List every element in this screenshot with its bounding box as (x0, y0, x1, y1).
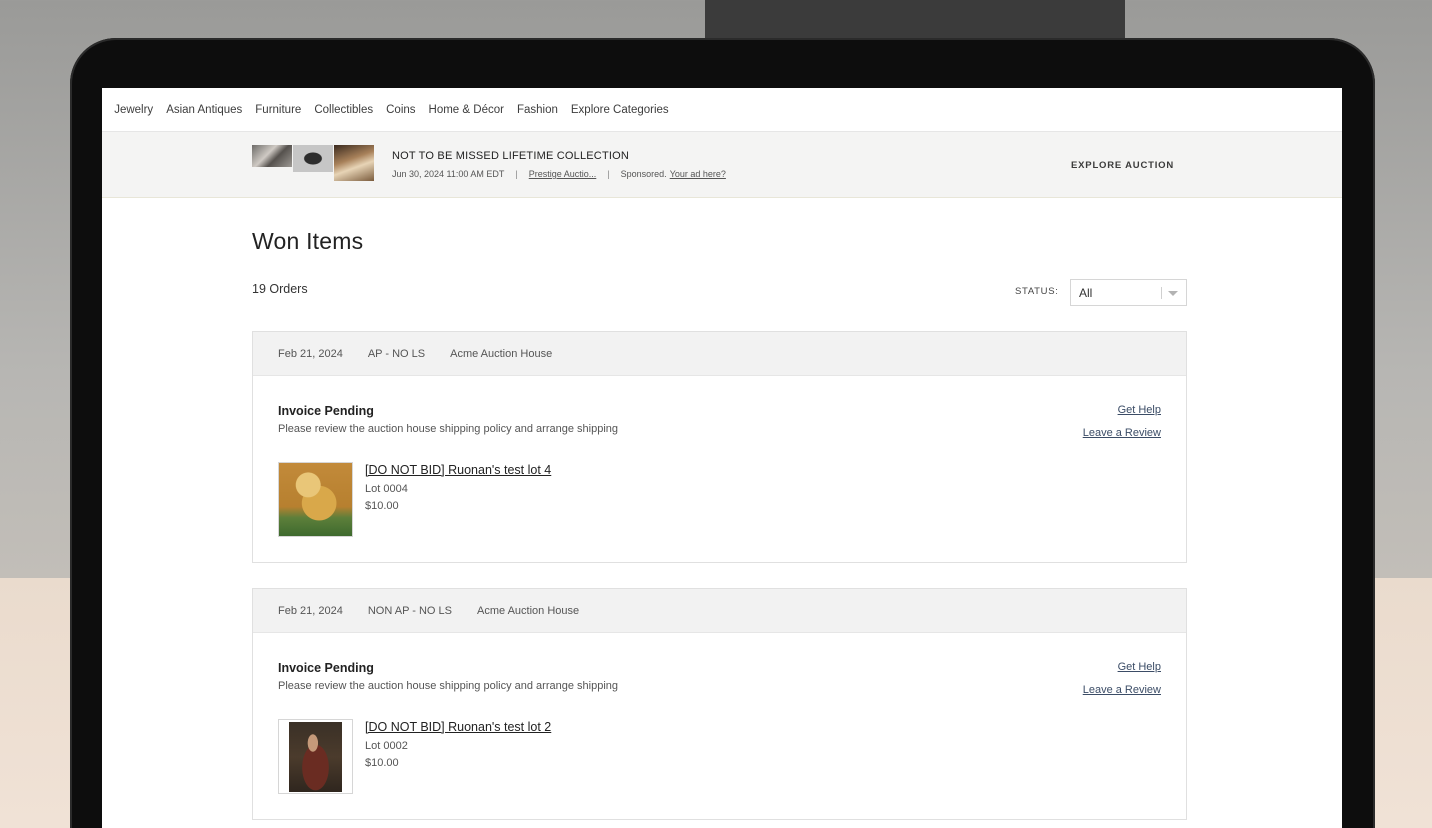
order-type: NON AP - NO LS (367, 604, 452, 617)
select-divider (1161, 287, 1162, 299)
browser-viewport: t Jewelry Asian Antiques Furniture Colle… (102, 88, 1342, 828)
ad-separator: | (515, 169, 518, 179)
order-body: Invoice Pending Please review the auctio… (253, 633, 1186, 819)
sponsored-auction-banner: NOT TO BE MISSED LIFETIME COLLECTION Jun… (102, 132, 1342, 198)
nav-item-coins[interactable]: Coins (386, 104, 415, 116)
status-filter-value: All (1079, 286, 1093, 300)
ad-title[interactable]: NOT TO BE MISSED LIFETIME COLLECTION (392, 150, 629, 162)
ad-auction-house-link[interactable]: Prestige Auctio... (529, 169, 597, 179)
lot-title-link[interactable]: [DO NOT BID] Ruonan's test lot 4 (365, 463, 551, 477)
status-filter-label: STATUS: (1015, 286, 1059, 297)
ad-your-ad-link[interactable]: Your ad here? (670, 169, 726, 179)
order-header: Feb 21, 2024 NON AP - NO LS Acme Auction… (253, 589, 1186, 633)
lot-number: Lot 0002 (365, 740, 408, 752)
invoice-status: Invoice Pending (278, 661, 374, 675)
ad-thumbnail-image[interactable] (334, 145, 374, 181)
nav-item-fashion[interactable]: Fashion (517, 104, 558, 116)
page-title: Won Items (252, 228, 364, 254)
explore-auction-button[interactable]: EXPLORE AUCTION (1071, 160, 1174, 171)
lot-thumbnail[interactable] (278, 719, 353, 794)
ad-meta: Jun 30, 2024 11:00 AM EDT | Prestige Auc… (392, 169, 726, 179)
order-type: AP - NO LS (367, 347, 426, 360)
nav-item-asian-antiques[interactable]: Asian Antiques (166, 104, 242, 116)
nav-item-furniture[interactable]: Furniture (255, 104, 301, 116)
nav-item-collectibles[interactable]: Collectibles (314, 104, 373, 116)
order-auction-house: Acme Auction House (450, 347, 553, 360)
ad-thumbnails[interactable] (252, 145, 374, 181)
order-card: Feb 21, 2024 AP - NO LS Acme Auction Hou… (252, 331, 1187, 563)
order-card: Feb 21, 2024 NON AP - NO LS Acme Auction… (252, 588, 1187, 820)
invoice-message: Please review the auction house shipping… (278, 423, 619, 435)
order-auction-house: Acme Auction House (477, 604, 580, 617)
nav-item-explore-categories[interactable]: Explore Categories (571, 104, 669, 116)
ad-sponsored-label: Sponsored. (620, 169, 667, 179)
lot-title-link[interactable]: [DO NOT BID] Ruonan's test lot 2 (365, 720, 551, 734)
get-help-link[interactable]: Get Help (1118, 661, 1161, 673)
ad-date: Jun 30, 2024 11:00 AM EDT (392, 169, 505, 179)
ad-separator: | (607, 169, 610, 179)
lot-number: Lot 0004 (365, 483, 408, 495)
nav-item-jewelry[interactable]: Jewelry (114, 104, 153, 116)
leave-review-link[interactable]: Leave a Review (1083, 427, 1161, 439)
nav-item-home-decor[interactable]: Home & Décor (429, 104, 504, 116)
ad-thumbnail-image[interactable] (252, 145, 292, 167)
ad-thumbnail-image[interactable] (293, 145, 333, 172)
status-filter-select[interactable]: All (1070, 279, 1187, 306)
leave-review-link[interactable]: Leave a Review (1083, 684, 1161, 696)
chevron-down-icon[interactable] (1168, 291, 1178, 296)
order-date: Feb 21, 2024 (278, 604, 343, 617)
lot-price: $10.00 (365, 757, 399, 769)
orders-count: 19 Orders (252, 282, 308, 296)
lot-thumbnail-image (289, 722, 342, 792)
lot-thumbnail[interactable] (278, 462, 353, 537)
category-nav: t Jewelry Asian Antiques Furniture Colle… (102, 88, 1342, 132)
get-help-link[interactable]: Get Help (1118, 404, 1161, 416)
order-date: Feb 21, 2024 (278, 347, 343, 360)
order-body: Invoice Pending Please review the auctio… (253, 376, 1186, 562)
background-wall (705, 0, 1125, 40)
lot-price: $10.00 (365, 500, 399, 512)
invoice-status: Invoice Pending (278, 404, 374, 418)
order-header: Feb 21, 2024 AP - NO LS Acme Auction Hou… (253, 332, 1186, 376)
invoice-message: Please review the auction house shipping… (278, 680, 619, 692)
